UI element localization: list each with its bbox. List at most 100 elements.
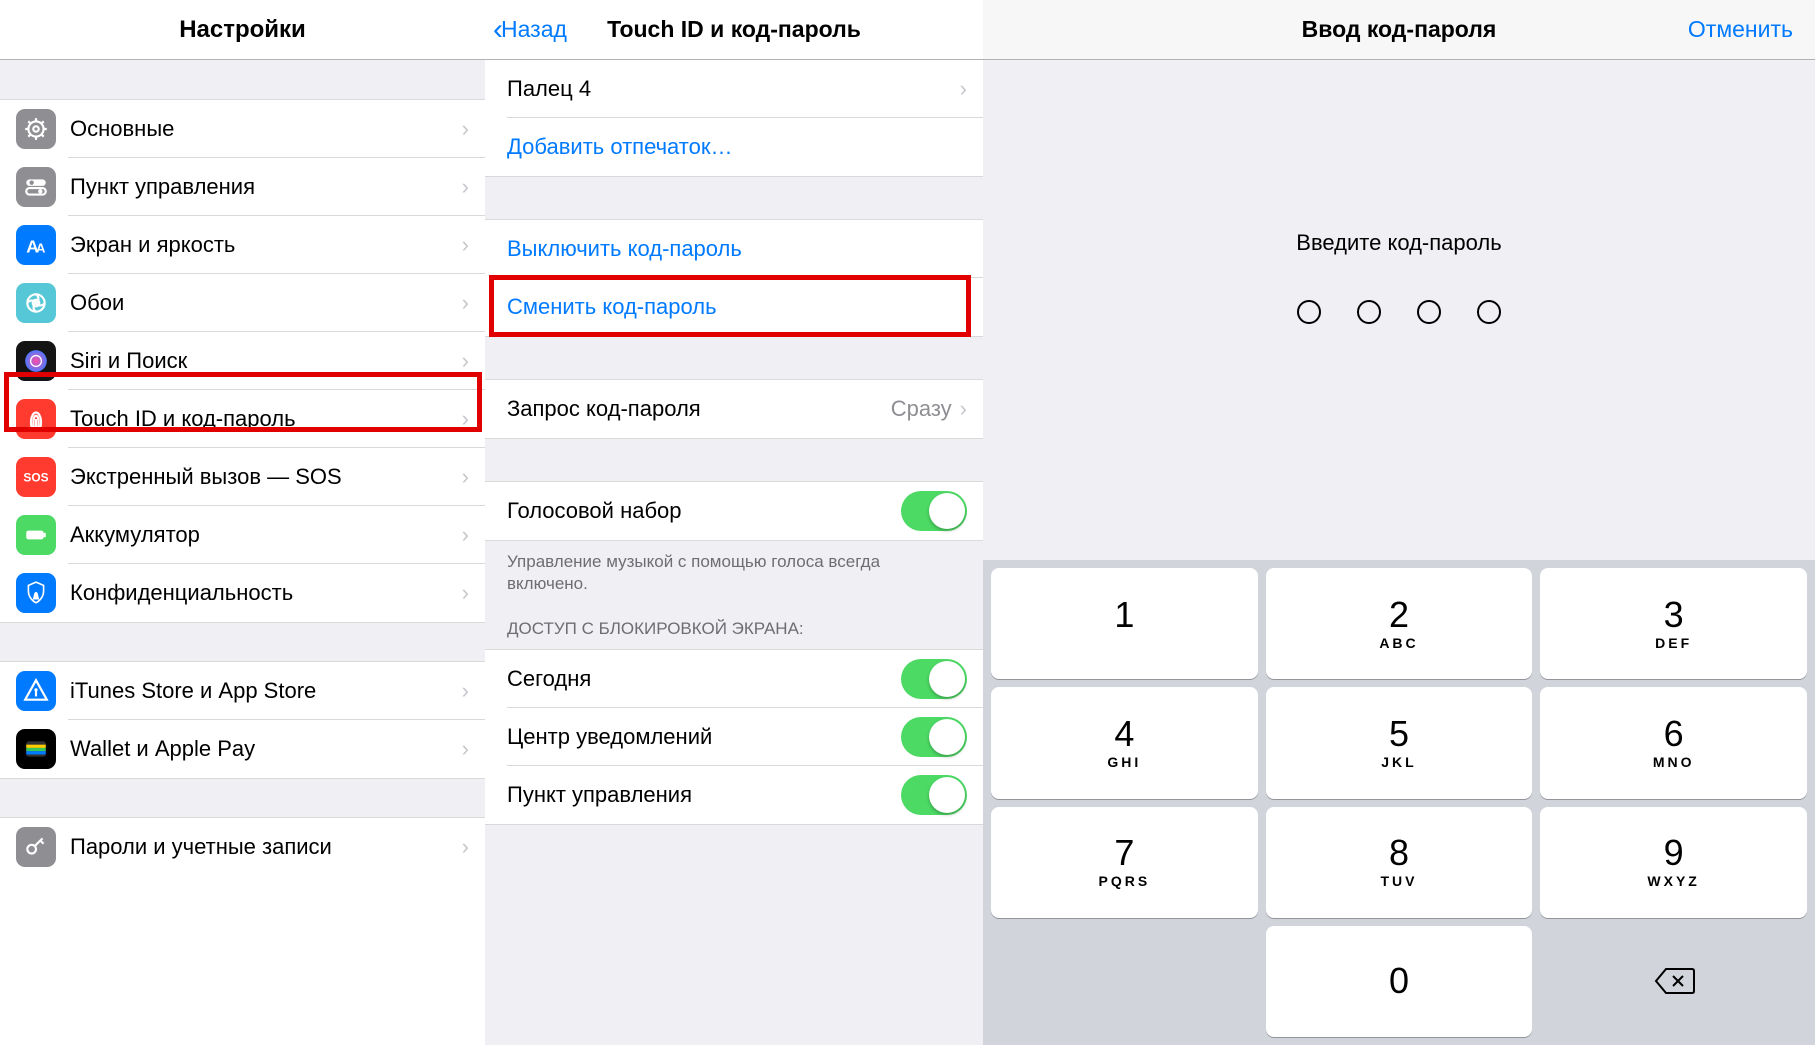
keypad-key-1[interactable]: 1: [991, 568, 1258, 679]
keypad-key-8[interactable]: 8 TUV: [1266, 807, 1533, 918]
settings-row-siri[interactable]: Siri и Поиск›: [0, 332, 485, 390]
settings-row-privacy[interactable]: Конфиденциальность›: [0, 564, 485, 622]
chevron-right-icon: ›: [462, 522, 485, 548]
cancel-button[interactable]: Отменить: [1688, 16, 1793, 43]
finger-row[interactable]: Палец 4 ›: [485, 60, 983, 118]
keypad-key-7[interactable]: 7PQRS: [991, 807, 1258, 918]
key-letters: WXYZ: [1647, 873, 1699, 889]
lock-screen-list: Сегодня Центр уведомлений Пункт управления: [485, 649, 983, 825]
chevron-right-icon: ›: [462, 736, 485, 762]
back-label: Назад: [501, 16, 567, 43]
settings-row-label: Пункт управления: [70, 174, 462, 200]
key-letters: JKL: [1381, 754, 1416, 770]
turn-off-passcode-row[interactable]: Выключить код-пароль: [485, 220, 983, 278]
keypad-backspace[interactable]: [1540, 926, 1807, 1037]
key-digit: 1: [1114, 597, 1134, 633]
touchid-body: Палец 4 › Добавить отпечаток… Выключить …: [485, 60, 983, 1045]
settings-row-control[interactable]: Пункт управления›: [0, 158, 485, 216]
lock-item-label: Центр уведомлений: [507, 724, 901, 750]
settings-row-touchid[interactable]: Touch ID и код-пароль›: [0, 390, 485, 448]
lock-screen-header: ДОСТУП С БЛОКИРОВКОЙ ЭКРАНА:: [485, 595, 983, 649]
settings-row-label: Wallet и Apple Pay: [70, 736, 462, 762]
keypad-key-5[interactable]: 5 JKL: [1266, 687, 1533, 798]
svg-text:A: A: [36, 241, 46, 256]
lock-item-switch[interactable]: [901, 659, 967, 699]
passcode-navbar: Ввод код-пароля Отменить: [983, 0, 1815, 60]
lock-item-switch[interactable]: [901, 717, 967, 757]
lock-item-label: Пункт управления: [507, 782, 901, 808]
touchid-icon: [16, 399, 56, 439]
key-letters: TUV: [1380, 873, 1417, 889]
chevron-right-icon: ›: [462, 580, 485, 606]
display-icon: AA: [16, 225, 56, 265]
lock-item-switch[interactable]: [901, 775, 967, 815]
passcode-dots: [1297, 300, 1501, 324]
keypad-key-0[interactable]: 0: [1266, 926, 1533, 1037]
settings-row-battery[interactable]: Аккумулятор›: [0, 506, 485, 564]
chevron-right-icon: ›: [462, 174, 485, 200]
numeric-keypad: 1 2ABC3DEF 4GHI 5 JKL 6 MNO 7PQRS 8 TUV 9WXYZ0: [983, 560, 1815, 1045]
passcode-entry-panel: Ввод код-пароля Отменить Введите код-пар…: [983, 0, 1815, 1045]
turn-off-label: Выключить код-пароль: [507, 236, 967, 262]
settings-row-label: Touch ID и код-пароль: [70, 406, 462, 432]
settings-row-display[interactable]: AA Экран и яркость›: [0, 216, 485, 274]
settings-row-label: Обои: [70, 290, 462, 316]
settings-row-itunes[interactable]: iTunes Store и App Store›: [0, 662, 485, 720]
battery-icon: [16, 515, 56, 555]
key-letters: GHI: [1107, 754, 1141, 770]
siri-icon: [16, 341, 56, 381]
change-passcode-row[interactable]: Сменить код-пароль: [485, 278, 983, 336]
lock-item-row[interactable]: Центр уведомлений: [485, 708, 983, 766]
back-button[interactable]: ‹ Назад: [493, 13, 567, 47]
backspace-icon: [1652, 965, 1696, 997]
settings-row-label: Конфиденциальность: [70, 580, 462, 606]
key-letters: ABC: [1379, 635, 1418, 651]
keypad-key-4[interactable]: 4GHI: [991, 687, 1258, 798]
keypad-key-6[interactable]: 6 MNO: [1540, 687, 1807, 798]
passcode-dot: [1297, 300, 1321, 324]
passcode-title: Ввод код-пароля: [1302, 16, 1497, 43]
change-passcode-label: Сменить код-пароль: [507, 294, 967, 320]
general-icon: [16, 109, 56, 149]
chevron-right-icon: ›: [462, 290, 485, 316]
keypad-key-9[interactable]: 9WXYZ: [1540, 807, 1807, 918]
settings-row-passwords[interactable]: Пароли и учетные записи›: [0, 818, 485, 876]
voice-dial-row[interactable]: Голосовой набор: [485, 482, 983, 540]
chevron-right-icon: ›: [462, 232, 485, 258]
lock-item-row[interactable]: Сегодня: [485, 650, 983, 708]
voice-dial-switch[interactable]: [901, 491, 967, 531]
privacy-icon: [16, 573, 56, 613]
touchid-title: Touch ID и код-пароль: [607, 16, 861, 43]
key-digit: 5: [1389, 716, 1409, 752]
keypad-key-2[interactable]: 2ABC: [1266, 568, 1533, 679]
finger-label: Палец 4: [507, 76, 960, 102]
chevron-right-icon: ›: [960, 76, 967, 102]
keypad-blank: [991, 926, 1258, 1037]
settings-row-wallpaper[interactable]: Обои›: [0, 274, 485, 332]
settings-row-label: Пароли и учетные записи: [70, 834, 462, 860]
settings-row-general[interactable]: Основные›: [0, 100, 485, 158]
wallet-icon: [16, 729, 56, 769]
chevron-right-icon: ›: [462, 406, 485, 432]
chevron-right-icon: ›: [462, 464, 485, 490]
voice-dial-footer: Управление музыкой с помощью голоса всег…: [485, 541, 983, 595]
key-letters: MNO: [1653, 754, 1695, 770]
key-letters: [1121, 635, 1128, 651]
lock-item-row[interactable]: Пункт управления: [485, 766, 983, 824]
require-passcode-row[interactable]: Запрос код-пароля Сразу ›: [485, 380, 983, 438]
settings-row-sos[interactable]: SOSЭкстренный вызов — SOS›: [0, 448, 485, 506]
require-value: Сразу: [891, 396, 952, 422]
passwords-icon: [16, 827, 56, 867]
settings-row-wallet[interactable]: Wallet и Apple Pay›: [0, 720, 485, 778]
passcode-prompt: Введите код-пароль: [1296, 230, 1501, 256]
settings-list: Основные›Пункт управления›AAЭкран и ярко…: [0, 100, 485, 876]
add-fingerprint-row[interactable]: Добавить отпечаток…: [485, 118, 983, 176]
key-digit: 3: [1664, 597, 1684, 633]
chevron-right-icon: ›: [462, 348, 485, 374]
settings-row-label: Экран и яркость: [70, 232, 462, 258]
chevron-right-icon: ›: [462, 678, 485, 704]
wallpaper-icon: [16, 283, 56, 323]
key-digit: 8: [1389, 835, 1409, 871]
key-digit: 6: [1664, 716, 1684, 752]
keypad-key-3[interactable]: 3DEF: [1540, 568, 1807, 679]
